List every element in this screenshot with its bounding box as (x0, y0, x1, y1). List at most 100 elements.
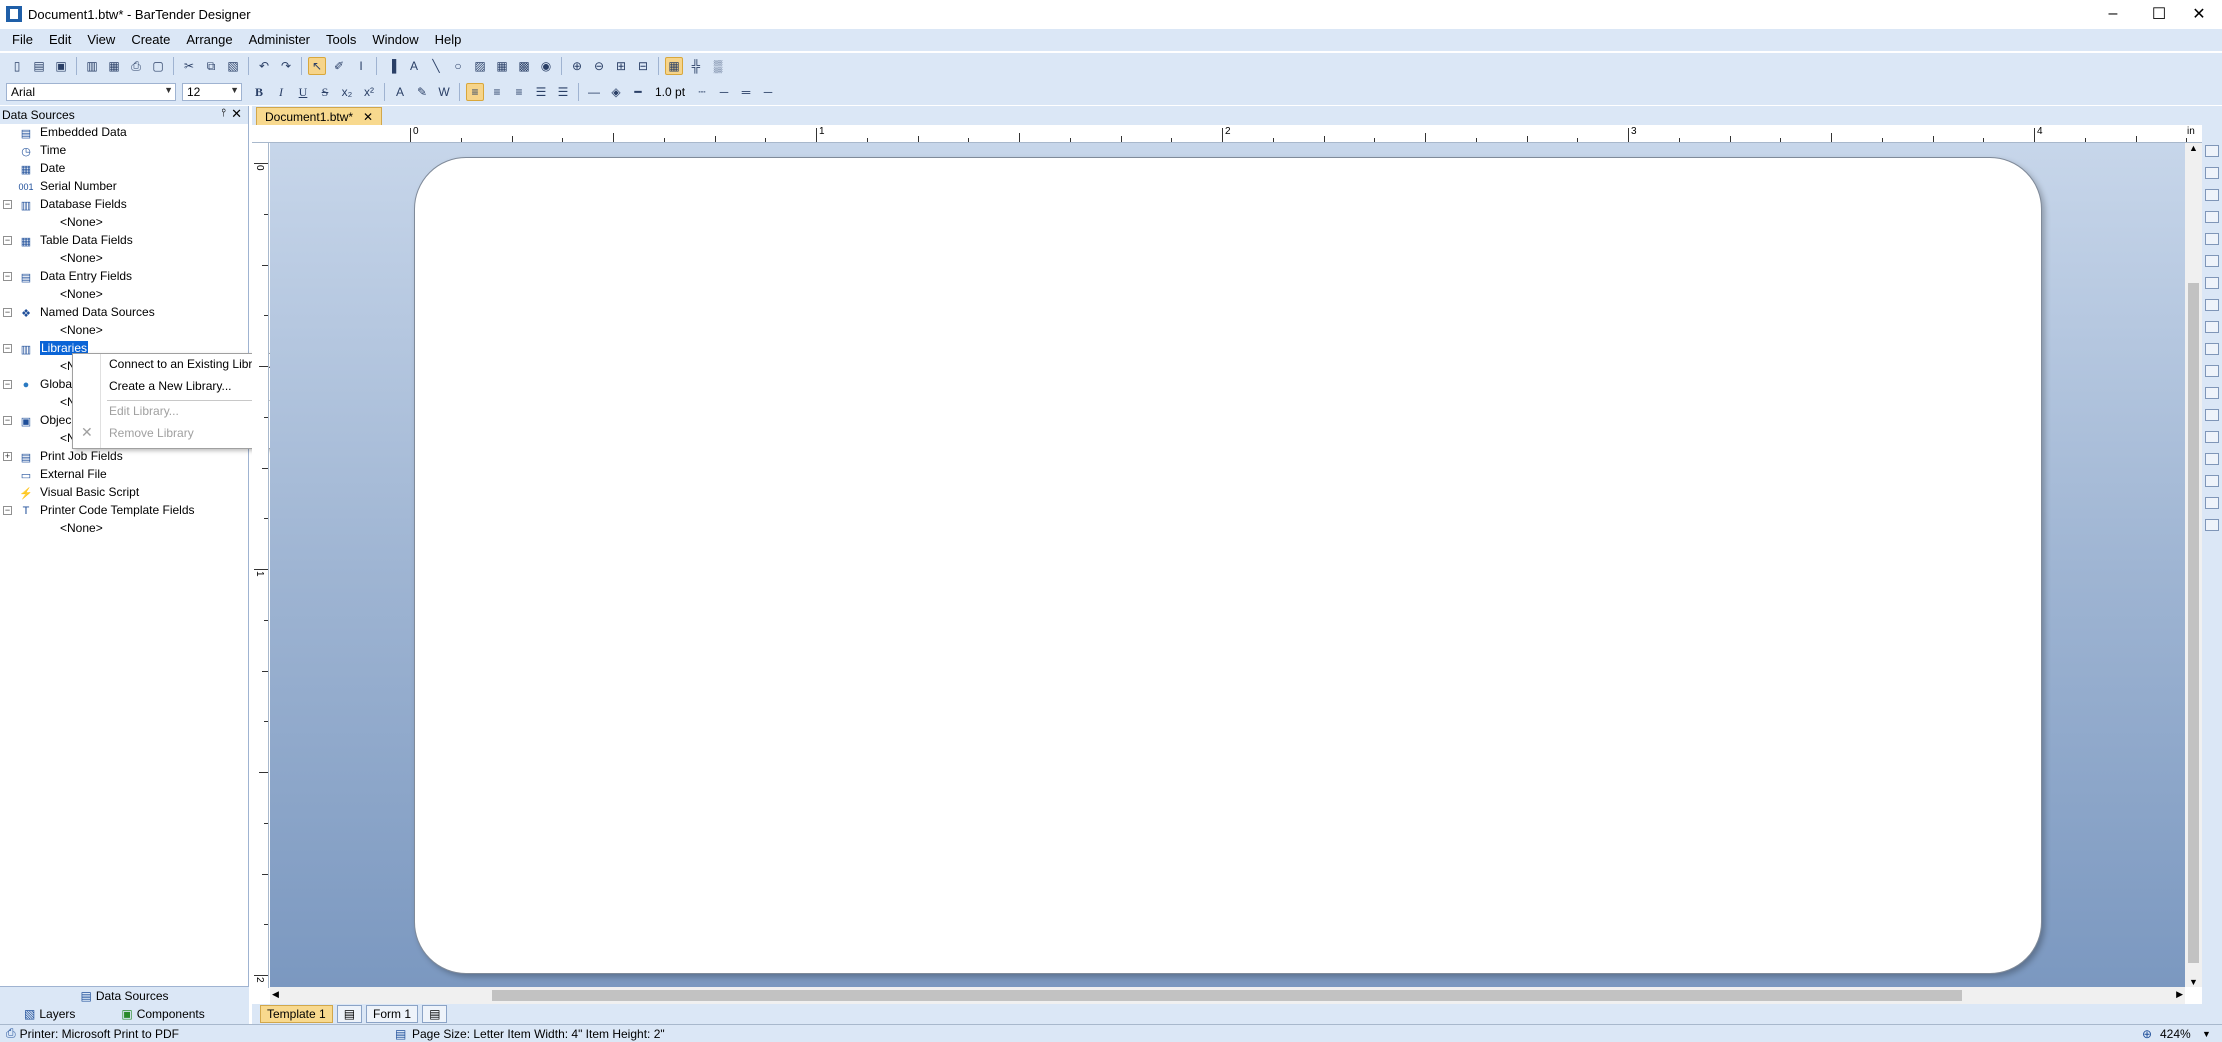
superscript-button[interactable]: x² (360, 83, 378, 101)
collapse-icon[interactable]: − (3, 380, 12, 389)
align-tool-icon[interactable] (2205, 321, 2219, 333)
wordart-icon[interactable]: W (435, 83, 453, 101)
copy-icon[interactable]: ⧉ (202, 57, 220, 75)
align-center-icon[interactable]: ≡ (488, 83, 506, 101)
scroll-up-icon[interactable]: ▲ (2189, 143, 2198, 153)
paste-icon[interactable]: ▧ (224, 57, 242, 75)
new-document-icon[interactable]: ▯ (8, 57, 26, 75)
tree-child-item[interactable]: <None> (0, 286, 249, 304)
align-left-icon[interactable]: ≡ (466, 83, 484, 101)
design-canvas[interactable] (270, 143, 2185, 987)
tree-child-item[interactable]: <None> (0, 250, 249, 268)
tree-item-printer-code-template-fields[interactable]: − T Printer Code Template Fields (0, 502, 249, 520)
remove-library-item[interactable]: Remove Library (109, 426, 194, 440)
align-tool-icon[interactable] (2205, 475, 2219, 487)
align-tool-icon[interactable] (2205, 453, 2219, 465)
grid-tool-icon[interactable]: ▩ (515, 57, 533, 75)
close-button[interactable]: ✕ (2176, 0, 2222, 28)
grid-lines-icon[interactable]: ▒ (709, 57, 727, 75)
tree-item-database-fields[interactable]: − ▥ Database Fields (0, 196, 249, 214)
horizontal-scrollbar[interactable]: ◀ ▶ (270, 987, 2185, 1004)
tree-item-visual-basic-script[interactable]: ⚡ Visual Basic Script (0, 484, 249, 502)
fill-color-icon[interactable]: ◈ (607, 83, 625, 101)
close-tab-icon[interactable]: ✕ (363, 110, 373, 124)
align-tool-icon[interactable] (2205, 145, 2219, 157)
layers-tab[interactable]: ▧ Layers (24, 1007, 75, 1021)
align-tool-icon[interactable] (2205, 189, 2219, 201)
pin-icon[interactable]: ⫯ (221, 107, 226, 120)
line-thickness-value[interactable]: 1.0 pt (655, 85, 685, 99)
align-tool-icon[interactable] (2205, 519, 2219, 531)
tree-item-time[interactable]: ◷ Time (0, 142, 249, 160)
scroll-left-icon[interactable]: ◀ (272, 989, 279, 1000)
vertical-scrollbar[interactable]: ▲ ▼ (2185, 143, 2202, 987)
justify-all-icon[interactable]: ☰ (554, 83, 572, 101)
zoom-in-icon[interactable]: ⊕ (568, 57, 586, 75)
add-template-icon[interactable]: ▤ (336, 1005, 363, 1023)
undo-icon[interactable]: ↶ (255, 57, 273, 75)
align-tool-icon[interactable] (2205, 409, 2219, 421)
print-icon[interactable]: ⎙ (127, 57, 145, 75)
align-tool-icon[interactable] (2205, 255, 2219, 267)
barcode-icon[interactable]: ▐ (383, 57, 401, 75)
data-sources-tab[interactable]: ▤ Data Sources (0, 986, 249, 1004)
align-tool-icon[interactable] (2205, 167, 2219, 179)
collapse-icon[interactable]: − (3, 344, 12, 353)
font-size-select[interactable]: 12 ▼ (182, 83, 242, 101)
border-style-icon[interactable]: ═ (737, 83, 755, 101)
align-tool-icon[interactable] (2205, 497, 2219, 509)
align-tool-icon[interactable] (2205, 365, 2219, 377)
menu-tools[interactable]: Tools (318, 29, 364, 51)
underline-button[interactable]: U (294, 83, 312, 101)
add-form-icon[interactable]: ▤ (422, 1005, 448, 1023)
alignment-guide-icon[interactable]: ╬ (687, 57, 705, 75)
edit-library-item[interactable]: Edit Library... (109, 404, 179, 418)
subscript-button[interactable]: x₂ (338, 83, 356, 101)
tree-child-item[interactable]: <None> (0, 520, 249, 538)
collapse-icon[interactable]: − (3, 236, 12, 245)
align-tool-icon[interactable] (2205, 343, 2219, 355)
cut-icon[interactable]: ✂ (180, 57, 198, 75)
tree-child-item[interactable]: <None> (0, 214, 249, 232)
align-tool-icon[interactable] (2205, 211, 2219, 223)
scroll-right-icon[interactable]: ▶ (2176, 989, 2183, 1000)
horizontal-scroll-thumb[interactable] (492, 990, 1962, 1001)
bold-button[interactable]: B (250, 83, 268, 101)
menu-create[interactable]: Create (123, 29, 178, 51)
menu-window[interactable]: Window (364, 29, 426, 51)
menu-help[interactable]: Help (427, 29, 470, 51)
border-end-icon[interactable]: ─ (759, 83, 777, 101)
collapse-icon[interactable]: − (3, 308, 12, 317)
align-tool-icon[interactable] (2205, 277, 2219, 289)
close-icon[interactable]: ✕ (231, 106, 242, 122)
collapse-icon[interactable]: − (3, 506, 12, 515)
text-tool-icon[interactable]: A (405, 57, 423, 75)
collapse-icon[interactable]: − (3, 200, 12, 209)
tree-item-serial-number[interactable]: 001 Serial Number (0, 178, 249, 196)
components-tab[interactable]: ▣ Components (121, 1007, 204, 1021)
menu-view[interactable]: View (79, 29, 123, 51)
print-preview-icon[interactable]: ▢ (149, 57, 167, 75)
tree-item-external-file[interactable]: ▭ External File (0, 466, 249, 484)
snap-to-grid-icon[interactable]: ▦ (665, 57, 683, 75)
font-family-select[interactable]: Arial ▼ (6, 83, 176, 101)
redo-icon[interactable]: ↷ (277, 57, 295, 75)
tree-item-embedded-data[interactable]: ▤ Embedded Data (0, 124, 249, 142)
create-new-library-item[interactable]: Create a New Library... (109, 379, 232, 393)
database-setup-icon[interactable]: ▦ (105, 57, 123, 75)
form-1-tab[interactable]: Form 1 (366, 1005, 419, 1023)
highlight-color-icon[interactable]: ✎ (413, 83, 431, 101)
page-setup-icon[interactable]: ▥ (83, 57, 101, 75)
line-color-icon[interactable]: ― (585, 83, 603, 101)
scroll-down-icon[interactable]: ▼ (2189, 977, 2198, 987)
zoom-level[interactable]: 424% (2160, 1027, 2191, 1041)
line-tool-icon[interactable]: ╲ (427, 57, 445, 75)
minimize-button[interactable]: – (2090, 0, 2136, 28)
vertical-scroll-thumb[interactable] (2188, 283, 2199, 963)
strikethrough-button[interactable]: S (316, 83, 334, 101)
format-painter-icon[interactable]: ✐ (330, 57, 348, 75)
rfid-tool-icon[interactable]: ◉ (537, 57, 555, 75)
tree-item-table-data-fields[interactable]: − ▦ Table Data Fields (0, 232, 249, 250)
label-template[interactable] (414, 157, 2042, 974)
align-tool-icon[interactable] (2205, 233, 2219, 245)
